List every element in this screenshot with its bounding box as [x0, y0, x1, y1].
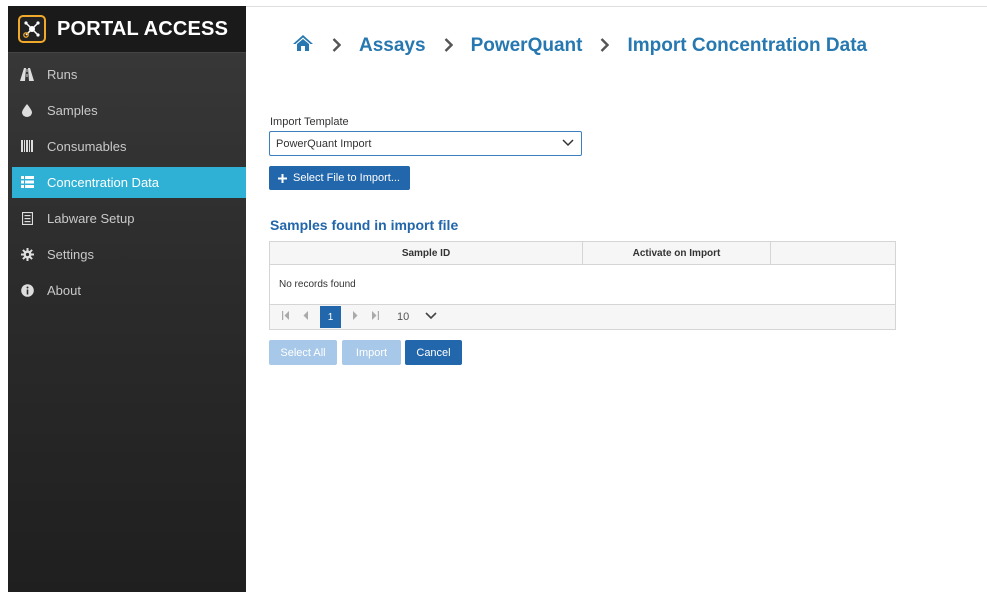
grid-header: Sample ID Activate on Import	[270, 242, 895, 265]
chevron-right-icon	[444, 35, 453, 58]
sidebar-item-labware-setup[interactable]: Labware Setup	[8, 203, 246, 234]
road-icon	[20, 67, 34, 82]
home-icon[interactable]	[292, 34, 314, 58]
import-template-label: Import Template	[270, 116, 349, 128]
chevron-down-icon[interactable]	[425, 311, 437, 323]
list-icon	[20, 175, 34, 190]
samples-grid: Sample ID Activate on Import No records …	[269, 241, 896, 330]
barcode-icon	[20, 139, 34, 154]
sidebar-item-samples[interactable]: Samples	[8, 95, 246, 126]
gear-icon	[20, 247, 34, 262]
sidebar-nav: Runs Samples Consumables Concentration D…	[8, 59, 246, 306]
header-divider	[246, 6, 987, 7]
sidebar-item-label: About	[47, 283, 81, 298]
import-template-select[interactable]: PowerQuant Import	[269, 131, 582, 156]
sidebar-item-label: Runs	[47, 67, 78, 82]
chevron-right-icon	[600, 35, 610, 58]
chevron-down-icon	[562, 138, 574, 150]
grid-pager: 1 10	[270, 305, 895, 329]
select-all-button[interactable]: Select All	[269, 340, 337, 365]
sidebar-item-concentration-data[interactable]: Concentration Data	[12, 167, 246, 198]
sidebar-item-label: Settings	[47, 247, 94, 262]
select-file-label: Select File to Import...	[293, 172, 400, 184]
current-page-button[interactable]: 1	[320, 306, 341, 328]
grid-empty-message: No records found	[270, 265, 895, 305]
clipboard-icon	[20, 211, 34, 226]
breadcrumb-assays[interactable]: Assays	[359, 35, 426, 57]
next-page-icon[interactable]	[347, 311, 363, 323]
chevron-right-icon	[332, 35, 342, 58]
sidebar-item-label: Labware Setup	[47, 211, 135, 226]
last-page-icon[interactable]	[367, 311, 383, 323]
sidebar-item-runs[interactable]: Runs	[8, 59, 246, 90]
samples-section-title: Samples found in import file	[270, 217, 459, 233]
page-title: Import Concentration Data	[627, 35, 868, 56]
sidebar-item-label: Samples	[47, 103, 98, 118]
sidebar-item-about[interactable]: About	[8, 275, 246, 306]
column-header-activate-on-import[interactable]: Activate on Import	[583, 242, 771, 264]
import-template-value: PowerQuant Import	[276, 137, 372, 150]
sidebar-item-label: Consumables	[47, 139, 127, 154]
sidebar-item-consumables[interactable]: Consumables	[8, 131, 246, 162]
sidebar-item-settings[interactable]: Settings	[8, 239, 246, 270]
import-button[interactable]: Import	[342, 340, 401, 365]
info-icon	[20, 283, 34, 298]
breadcrumb: Assays PowerQuant Import Concentration D…	[292, 33, 867, 59]
page-size-select[interactable]: 10	[397, 311, 409, 323]
app-title: PORTAL ACCESS	[57, 17, 229, 40]
plus-icon	[278, 171, 287, 186]
sidebar-item-label: Concentration Data	[47, 175, 160, 190]
first-page-icon[interactable]	[278, 311, 294, 323]
brand-header[interactable]: PORTAL ACCESS	[8, 6, 246, 53]
portal-logo-icon	[18, 15, 46, 43]
cancel-button[interactable]: Cancel	[405, 340, 462, 365]
column-header-blank	[771, 242, 895, 264]
droplet-icon	[20, 103, 34, 118]
column-header-sample-id[interactable]: Sample ID	[270, 242, 583, 264]
select-file-button[interactable]: Select File to Import...	[269, 166, 410, 190]
previous-page-icon[interactable]	[298, 311, 314, 323]
sidebar: PORTAL ACCESS Runs Samples Consumables C…	[8, 6, 246, 592]
breadcrumb-powerquant[interactable]: PowerQuant	[471, 35, 583, 57]
